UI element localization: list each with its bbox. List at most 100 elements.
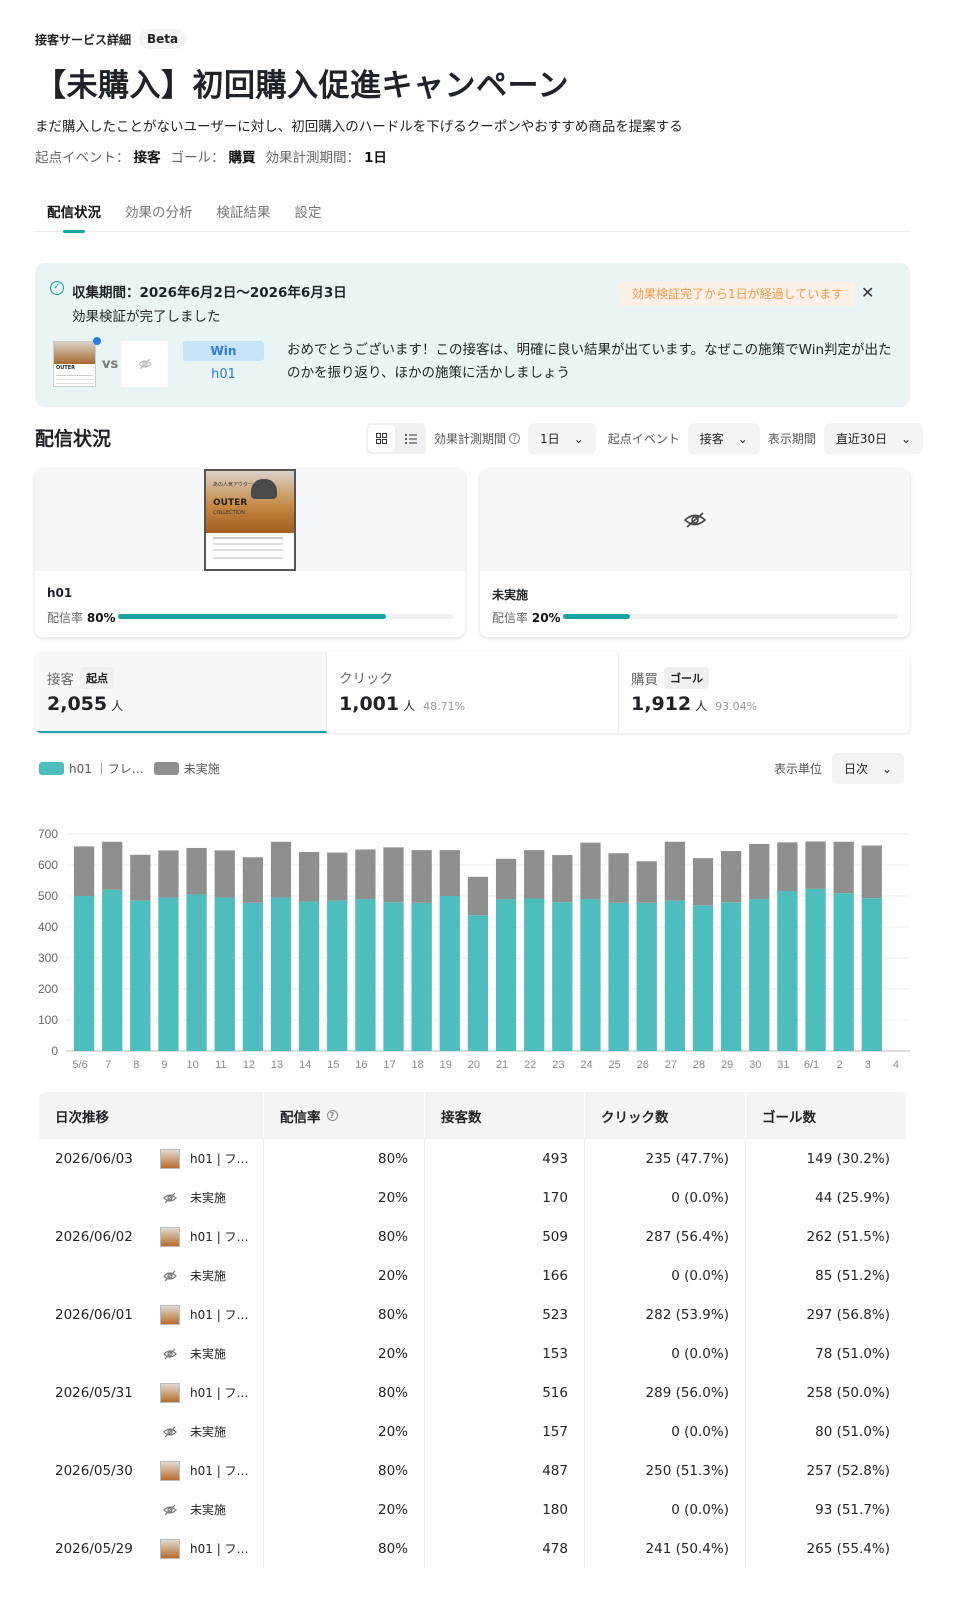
row-click: 241 (50.4%): [585, 1529, 746, 1568]
variant-thumbnail: [160, 1382, 180, 1403]
bar-segment: [721, 851, 742, 903]
bar-segment: [495, 858, 517, 900]
variant-thumbnail: [160, 1304, 180, 1325]
x-tick-label: 8: [133, 1059, 139, 1071]
row-serve: 523: [425, 1295, 585, 1334]
rate-bar: [563, 614, 898, 619]
bar-segment: [102, 889, 123, 1051]
y-tick-label: 200: [38, 982, 58, 996]
bar-segment: [158, 897, 179, 1051]
bar-segment: [270, 841, 292, 898]
range-select[interactable]: 直近30日 ⌄: [823, 423, 924, 454]
bar-segment: [130, 854, 151, 901]
close-icon[interactable]: ✕: [861, 283, 874, 302]
x-tick-label: 24: [580, 1059, 592, 1071]
row-rate: 20%: [264, 1490, 425, 1529]
kpi-purchase[interactable]: 購買 ゴール 1,912 人 93.04%: [619, 652, 910, 733]
chevron-down-icon: ⌄: [737, 431, 748, 446]
col-header-date: 日次推移: [39, 1092, 264, 1139]
tab-effect-analysis[interactable]: 効果の分析: [113, 195, 205, 231]
col-header-click: クリック数: [585, 1092, 746, 1139]
variant-card-control[interactable]: 未実施 配信率 20%: [480, 469, 910, 637]
row-variant: 未実施: [190, 1269, 227, 1283]
bar-segment: [636, 861, 657, 903]
row-goal: 44 (25.9%): [815, 1189, 890, 1206]
x-tick-label: 12: [243, 1059, 255, 1071]
display-unit-label: 表示単位: [774, 762, 823, 776]
y-tick-label: 300: [38, 951, 58, 965]
beta-badge: Beta: [139, 29, 187, 49]
x-tick-label: 22: [524, 1059, 536, 1071]
table-row: 未実施 20% 170 0 (0.0%) 44 (25.9%): [39, 1178, 906, 1217]
help-icon[interactable]: ?: [509, 433, 521, 444]
bar-segment: [833, 893, 854, 1051]
variant-preview: [480, 469, 910, 571]
bar-segment: [73, 846, 95, 896]
kpi-value: 1,001: [339, 693, 400, 715]
bar-segment: [721, 902, 742, 1051]
grid-view-icon[interactable]: [368, 425, 395, 452]
bar-segment: [214, 897, 235, 1051]
kpi-serve[interactable]: 接客 起点 2,055 人: [35, 652, 327, 733]
row-serve: 487: [425, 1451, 585, 1490]
row-date: 2026/06/02: [55, 1228, 133, 1245]
bar-segment: [383, 902, 404, 1051]
bar-segment: [805, 841, 826, 889]
bar-segment: [186, 894, 207, 1051]
creative-line3: COLLECTION: [213, 510, 245, 516]
bar-segment: [73, 896, 95, 1051]
bar-segment: [439, 896, 460, 1051]
bar-segment: [608, 853, 629, 903]
tab-delivery-status[interactable]: 配信状況: [35, 195, 113, 233]
help-icon[interactable]: ?: [326, 1110, 338, 1121]
row-rate: 20%: [264, 1412, 425, 1451]
variant-thumbnail: [160, 1538, 180, 1559]
row-rate: 80%: [264, 1295, 425, 1334]
list-view-icon[interactable]: [397, 425, 424, 452]
table-row: 2026/05/29 h01 | フ… 80% 478 241 (50.4%) 265 (…: [39, 1529, 906, 1568]
row-variant: h01 | フ…: [190, 1386, 249, 1400]
y-tick-label: 400: [38, 920, 58, 934]
variant-card-h01[interactable]: あの人気アウター OUTER COLLECTION h01 配信率 80%: [35, 469, 465, 637]
row-serve: 478: [425, 1529, 585, 1568]
row-rate: 20%: [264, 1256, 425, 1295]
row-variant: 未実施: [190, 1503, 227, 1517]
tab-settings[interactable]: 設定: [283, 195, 334, 231]
range-filter-label: 表示期間: [767, 432, 816, 446]
row-rate: 80%: [264, 1529, 425, 1568]
row-variant: h01 | フ…: [190, 1230, 249, 1244]
period-select[interactable]: 1日 ⌄: [528, 423, 596, 454]
x-tick-label: 21: [496, 1059, 508, 1071]
rate-bar-fill: [118, 614, 386, 619]
tab-verification-results[interactable]: 検証結果: [205, 195, 283, 231]
legend-item-h01[interactable]: h01 ｜フレ…: [39, 760, 144, 777]
kpi-click[interactable]: クリック 1,001 人 48.71%: [327, 652, 619, 733]
row-variant: h01 | フ…: [190, 1308, 249, 1322]
row-variant: h01 | フ…: [190, 1542, 249, 1556]
row-goal: 149 (30.2%): [806, 1150, 890, 1167]
bar-segment: [299, 851, 320, 902]
period-value: 1日: [364, 150, 387, 166]
table-header: 日次推移 配信率? 接客数 クリック数 ゴール数: [39, 1092, 906, 1139]
table-row: 2026/06/02 h01 | フ… 80% 509 287 (56.4%) 262 (…: [39, 1217, 906, 1256]
legend-item-control[interactable]: 未実施: [153, 760, 220, 777]
chevron-down-icon: ⌄: [573, 431, 584, 446]
display-unit-select[interactable]: 日次 ⌄: [832, 753, 905, 784]
row-date: 2026/06/01: [55, 1306, 133, 1323]
row-rate: 80%: [264, 1139, 425, 1178]
variant-thumbnail: [160, 1226, 180, 1247]
x-tick-label: 6/1: [804, 1059, 819, 1071]
row-goal: 257 (52.8%): [806, 1462, 890, 1479]
kpi-tag: ゴール: [664, 667, 709, 689]
breadcrumb-label: 接客サービス詳細: [35, 32, 132, 47]
eye-off-icon: [163, 1192, 177, 1203]
bar-segment: [214, 850, 235, 898]
bar-segment: [130, 900, 151, 1051]
table-row: 2026/06/01 h01 | フ… 80% 523 282 (53.9%) 297 (…: [39, 1295, 906, 1334]
range-select-value: 直近30日: [835, 432, 888, 446]
row-serve: 509: [425, 1217, 585, 1256]
event-select[interactable]: 接客 ⌄: [687, 423, 760, 454]
win-badge: Win: [183, 341, 264, 361]
tab-bar: 配信状況 効果の分析 検証結果 設定: [35, 195, 910, 233]
bar-segment: [692, 858, 714, 906]
